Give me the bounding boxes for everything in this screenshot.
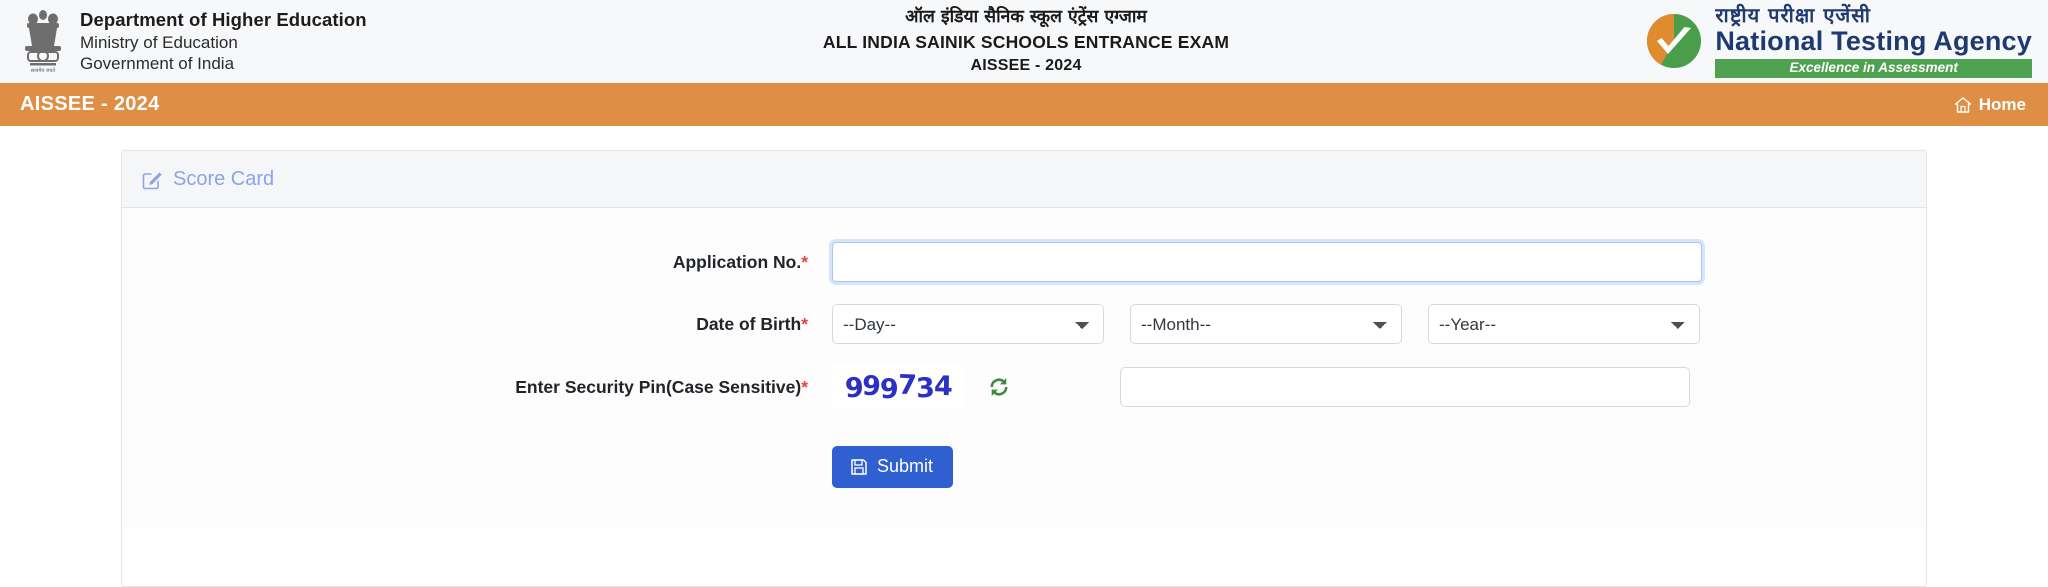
nav-item-home[interactable]: Home (1954, 95, 2026, 115)
dob-day-select[interactable]: --Day-- (832, 304, 1104, 344)
captcha-image: 999734 (832, 366, 964, 408)
dob-month-select[interactable]: --Month-- (1130, 304, 1402, 344)
nav-home-label: Home (1978, 94, 2026, 114)
label-date-of-birth: Date of Birth* (122, 314, 832, 335)
government-name: Government of India (80, 54, 235, 74)
nta-tagline: Excellence in Assessment (1715, 58, 2032, 78)
required-asterisk: * (801, 376, 808, 397)
control-date-of-birth: --Day-- --Month-- --Year-- (832, 304, 1926, 344)
form-row-application-no: Application No.* (122, 242, 1926, 282)
government-branding: सत्यमेव जयते Department of Higher Educat… (0, 8, 440, 75)
exam-title-english: ALL INDIA SAINIK SCHOOLS ENTRANCE EXAM (822, 32, 1230, 53)
site-header: सत्यमेव जयते Department of Higher Educat… (0, 0, 2048, 83)
label-application-no-text: Application No. (672, 251, 802, 272)
submit-button[interactable]: Submit (832, 446, 954, 488)
dept-name: Department of Higher Education (80, 8, 367, 30)
form-row-security-pin: Enter Security Pin(Case Sensitive)* 9997… (122, 366, 1926, 408)
label-security-pin: Enter Security Pin(Case Sensitive)* (122, 377, 832, 398)
svg-text:सत्यमेव जयते: सत्यमेव जयते (31, 67, 56, 74)
nta-branding: राष्ट्रीय परीक्षा एजेंसी National Testin… (1612, 5, 2048, 78)
form-row-submit: Submit (122, 446, 1926, 488)
label-date-of-birth-text: Date of Birth (696, 313, 802, 334)
india-state-emblem-icon: सत्यमेव जयते (25, 10, 61, 74)
panel-header: Score Card (122, 151, 1926, 208)
dob-year-select[interactable]: --Year-- (1428, 304, 1700, 344)
captcha-text: 999734 (844, 369, 952, 405)
panel-title: Score Card (173, 167, 275, 190)
edit-square-icon (142, 171, 162, 189)
main-navbar: AISSEE - 2024 Home (0, 83, 2048, 126)
navbar-brand: AISSEE - 2024 (20, 93, 160, 115)
control-application-no (832, 242, 1926, 282)
save-icon (851, 458, 867, 475)
home-icon (1954, 96, 1971, 113)
submit-spacer (122, 446, 832, 488)
exam-year-subtitle: AISSEE - 2024 (970, 56, 1082, 74)
exam-title-hindi: ऑल इंडिया सैनिक स्कूल एंट्रेंस एग्जाम (905, 7, 1147, 28)
nta-name-english: National Testing Agency (1715, 26, 2032, 57)
page-content: Score Card Application No.* Date of Birt… (0, 126, 2048, 587)
ministry-name: Ministry of Education (80, 32, 238, 52)
label-security-pin-text: Enter Security Pin(Case Sensitive) (515, 376, 802, 397)
required-asterisk: * (801, 313, 808, 334)
nta-tricolor-checkmark-logo (1647, 14, 1702, 69)
nta-name-hindi: राष्ट्रीय परीक्षा एजेंसी (1715, 3, 1871, 28)
label-application-no: Application No.* (122, 252, 832, 273)
required-asterisk: * (801, 251, 808, 272)
submit-button-label: Submit (877, 456, 934, 476)
score-card-panel: Score Card Application No.* Date of Birt… (121, 150, 1927, 587)
security-pin-input[interactable] (1120, 367, 1690, 407)
refresh-icon[interactable] (986, 374, 1012, 400)
application-no-input[interactable] (832, 242, 1702, 282)
exam-title-block: ऑल इंडिया सैनिक स्कूल एंट्रेंस एग्जाम AL… (440, 5, 1612, 77)
form-row-date-of-birth: Date of Birth* --Day-- --Month-- --Year-… (122, 304, 1926, 344)
control-security-pin: 999734 (832, 366, 1926, 408)
score-card-form: Application No.* Date of Birth* --Day-- … (122, 208, 1926, 528)
